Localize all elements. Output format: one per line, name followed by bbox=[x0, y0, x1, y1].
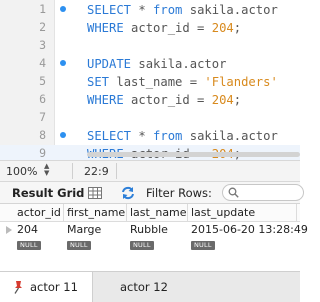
null-badge[interactable]: NULL bbox=[17, 241, 41, 250]
new-row-placeholder[interactable]: NULL NULL NULL NULL bbox=[0, 238, 300, 255]
column-header[interactable]: actor_id bbox=[17, 206, 61, 219]
grid-header-row: actor_id first_name last_name last_updat… bbox=[0, 204, 300, 222]
tab-actor-12[interactable]: actor 12 bbox=[93, 272, 193, 302]
search-icon bbox=[228, 187, 239, 198]
code-line[interactable]: 1 SELECT * from sakila.actor bbox=[0, 1, 300, 19]
line-number: 4 bbox=[39, 56, 46, 70]
line-number: 2 bbox=[39, 20, 46, 34]
statement-marker-icon[interactable] bbox=[60, 6, 66, 12]
zoom-stepper-icon[interactable]: ▲ ▼ bbox=[44, 163, 49, 177]
code-text[interactable]: WHERE actor_id = 204; bbox=[87, 19, 241, 37]
line-number: 7 bbox=[39, 110, 46, 124]
status-divider bbox=[116, 163, 117, 179]
table-cell[interactable]: Marge bbox=[67, 223, 101, 236]
table-cell[interactable]: 2015-06-20 13:28:49 bbox=[191, 223, 308, 236]
column-header[interactable]: last_update bbox=[191, 206, 255, 219]
result-grid-label[interactable]: Result Grid bbox=[12, 186, 84, 200]
code-line[interactable]: 3 bbox=[0, 37, 300, 55]
table-row[interactable]: 204 Marge Rubble 2015-06-20 13:28:49 bbox=[0, 221, 308, 238]
column-divider[interactable] bbox=[126, 204, 127, 221]
filter-rows-search[interactable] bbox=[222, 184, 304, 201]
code-line[interactable]: 8 SELECT * from sakila.actor bbox=[0, 127, 300, 145]
code-line[interactable]: 7 bbox=[0, 109, 300, 127]
line-number: 3 bbox=[39, 38, 46, 52]
grid-icon[interactable] bbox=[88, 187, 102, 199]
result-tabs: actor 11 actor 12 bbox=[0, 271, 300, 302]
statement-marker-icon[interactable] bbox=[60, 60, 66, 66]
code-text[interactable]: SELECT * from sakila.actor bbox=[87, 127, 278, 145]
line-number: 1 bbox=[39, 2, 46, 16]
filter-rows-input[interactable] bbox=[241, 186, 301, 199]
column-header[interactable]: first_name bbox=[67, 206, 125, 219]
tab-actor-11[interactable]: actor 11 bbox=[0, 272, 93, 302]
column-divider[interactable] bbox=[187, 204, 188, 221]
sql-editor[interactable]: 1 SELECT * from sakila.actor 2 WHERE actor_… bbox=[0, 0, 300, 163]
line-number: 6 bbox=[39, 92, 46, 106]
tab-label[interactable]: actor 12 bbox=[120, 280, 168, 294]
code-line[interactable]: 5 SET last_name = 'Flanders' bbox=[0, 73, 300, 91]
table-cell[interactable]: Rubble bbox=[130, 223, 168, 236]
result-toolbar: Result Grid Filter Rows: bbox=[0, 182, 304, 204]
horizontal-scrollbar[interactable] bbox=[87, 149, 300, 158]
line-number: 9 bbox=[39, 146, 46, 160]
table-cell[interactable]: 204 bbox=[17, 223, 38, 236]
code-line[interactable]: 6 WHERE actor_id = 204; bbox=[0, 91, 300, 109]
result-grid: actor_id first_name last_name last_updat… bbox=[0, 204, 308, 256]
statement-marker-icon[interactable] bbox=[60, 132, 66, 138]
scrollbar-thumb[interactable] bbox=[87, 152, 300, 157]
code-line[interactable]: 4 UPDATE sakila.actor bbox=[0, 55, 300, 73]
line-number: 5 bbox=[39, 74, 46, 88]
zoom-level[interactable]: 100% bbox=[6, 165, 37, 178]
null-badge[interactable]: NULL bbox=[191, 241, 215, 250]
line-number: 8 bbox=[39, 128, 46, 142]
status-divider bbox=[72, 163, 73, 179]
column-divider[interactable] bbox=[63, 204, 64, 221]
null-badge[interactable]: NULL bbox=[130, 241, 154, 250]
editor-status-bar: 100% ▲ ▼ 22:9 bbox=[0, 160, 300, 182]
pin-icon[interactable] bbox=[12, 280, 24, 294]
tab-label[interactable]: actor 11 bbox=[30, 280, 78, 294]
code-text[interactable]: WHERE actor_id = 204; bbox=[87, 91, 241, 109]
column-divider[interactable] bbox=[296, 204, 297, 221]
cursor-position: 22:9 bbox=[84, 165, 109, 178]
code-line[interactable]: 2 WHERE actor_id = 204; bbox=[0, 19, 300, 37]
code-text[interactable]: SELECT * from sakila.actor bbox=[87, 1, 278, 19]
row-pointer-icon bbox=[6, 226, 12, 234]
refresh-icon[interactable] bbox=[120, 185, 136, 201]
code-text[interactable]: SET last_name = 'Flanders' bbox=[87, 73, 278, 91]
column-header[interactable]: last_name bbox=[130, 206, 187, 219]
null-badge[interactable]: NULL bbox=[67, 241, 91, 250]
filter-rows-label: Filter Rows: bbox=[146, 186, 212, 200]
code-text[interactable]: UPDATE sakila.actor bbox=[87, 55, 226, 73]
